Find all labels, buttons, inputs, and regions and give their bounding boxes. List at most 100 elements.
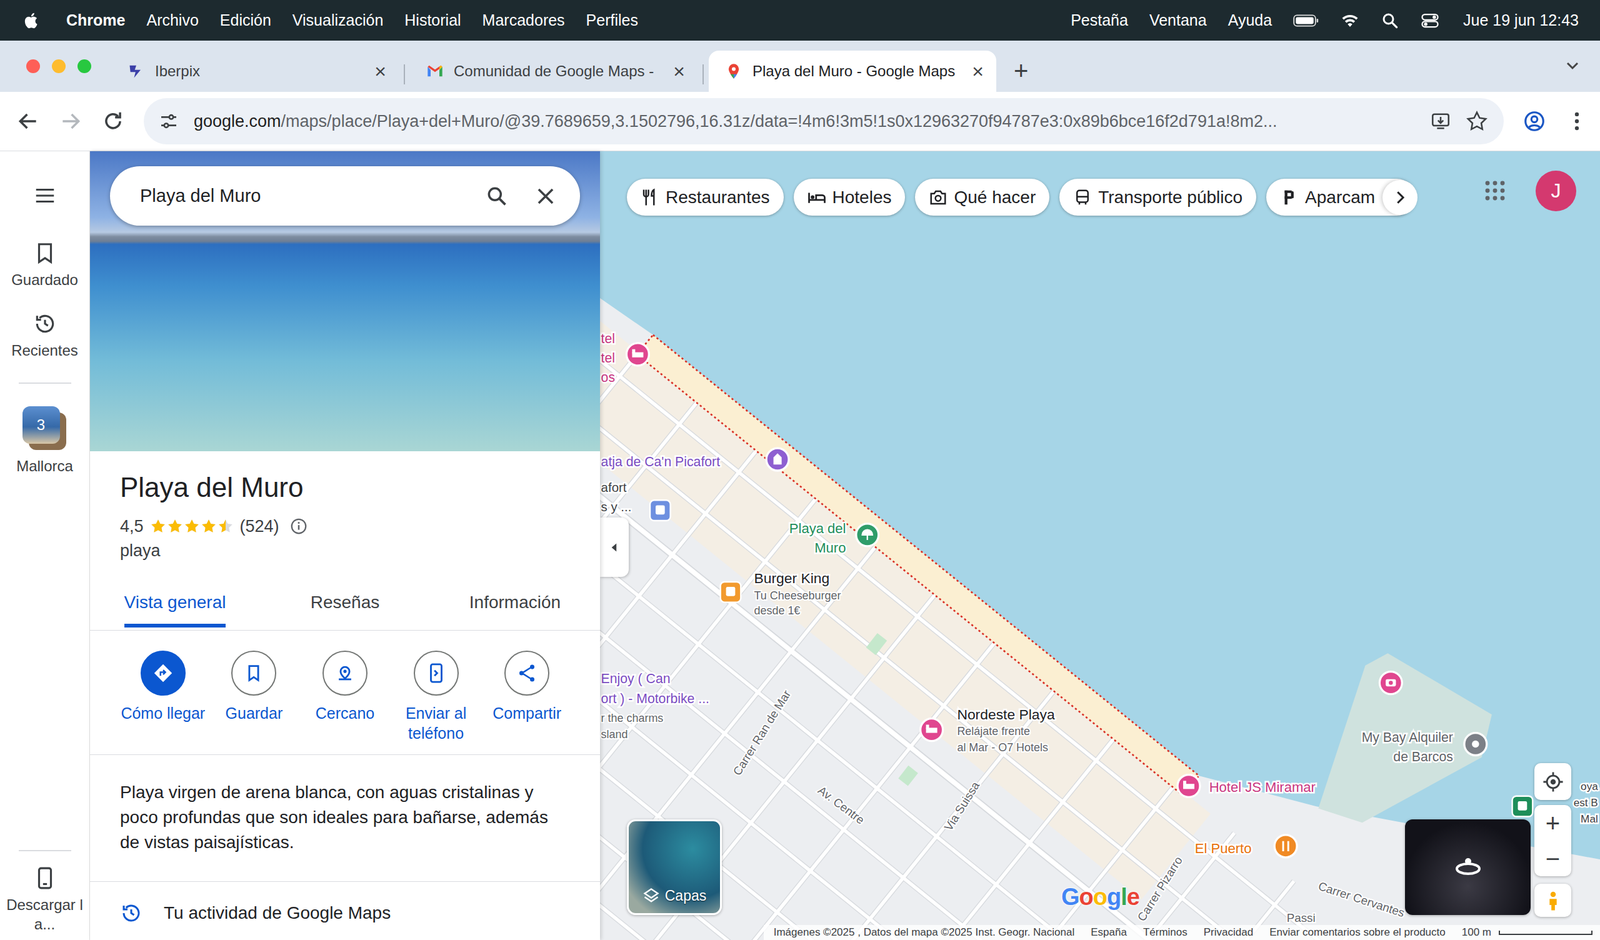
new-tab-button[interactable]: +	[1013, 58, 1029, 84]
site-settings-icon[interactable]	[158, 111, 179, 132]
place-category[interactable]: playa	[120, 540, 570, 562]
menu-item[interactable]: Edición	[220, 11, 272, 30]
footer-link[interactable]: Imágenes ©2025 , Datos del mapa ©2025 In…	[773, 926, 1075, 939]
place-label[interactable]: El Puerto	[1195, 840, 1252, 857]
wifi-icon[interactable]	[1340, 11, 1360, 30]
footer-link[interactable]: Términos	[1143, 926, 1188, 939]
address-bar[interactable]: google.com/maps/place/Playa+del+Muro/@39…	[143, 98, 1504, 145]
place-pin-icon[interactable]	[1464, 733, 1487, 756]
action-button[interactable]: Cercano	[299, 650, 391, 744]
category-chip[interactable]: Restaurantes	[626, 178, 784, 216]
map-view[interactable]: Carrer Ran de MarAv. CentreVia SuissaCar…	[600, 151, 1600, 940]
tab-close-button[interactable]: ×	[374, 61, 387, 82]
layers-button[interactable]: Capas	[626, 819, 722, 915]
app-menu[interactable]: Chrome	[66, 11, 125, 30]
zoom-out-button[interactable]: −	[1534, 840, 1572, 877]
place-label[interactable]: Playa del	[789, 520, 847, 537]
place-label[interactable]: ort ) - Motorbike ...	[601, 691, 710, 707]
zoom-window-button[interactable]	[77, 59, 92, 74]
menu-item[interactable]: Archivo	[146, 11, 199, 30]
map-place[interactable]: Enjoy ( Canort ) - Motorbike ...r the ch…	[601, 671, 710, 741]
map-place[interactable]: Nordeste PlayaRelájate frenteal Mar - O7…	[920, 706, 1055, 754]
collection-item[interactable]: 3 Mallorca	[4, 406, 86, 476]
minimize-window-button[interactable]	[51, 59, 66, 74]
action-button[interactable]: Enviar al teléfono	[390, 650, 482, 744]
apple-icon[interactable]	[22, 11, 42, 30]
place-label[interactable]: tel	[601, 331, 615, 346]
clock[interactable]: Jue 19 jun 12:43	[1463, 11, 1579, 30]
place-tab[interactable]: Información	[430, 576, 600, 630]
action-button[interactable]: Compartir	[481, 650, 573, 744]
search-icon[interactable]	[1380, 11, 1400, 30]
place-photo[interactable]: Playa del Muro	[90, 151, 600, 452]
search-icon[interactable]	[485, 184, 509, 209]
place-label[interactable]: Hotel JS Miramar	[1209, 779, 1316, 795]
more-chips-button[interactable]	[1382, 180, 1418, 215]
install-app-icon[interactable]	[1430, 110, 1452, 132]
place-pin-icon[interactable]	[920, 718, 944, 742]
category-chip[interactable]: Hoteles	[793, 178, 906, 216]
place-label[interactable]: afort	[601, 480, 627, 495]
bookmark-star-icon[interactable]	[1466, 110, 1488, 132]
place-tab[interactable]: Vista general	[90, 576, 260, 630]
street-view-thumbnail[interactable]	[1405, 819, 1531, 915]
close-window-button[interactable]	[26, 59, 40, 74]
map-place[interactable]: My Bay Alquiler de Barcos	[1361, 730, 1487, 764]
place-label[interactable]: Burger King	[754, 570, 830, 587]
place-label[interactable]: est B	[1573, 796, 1599, 809]
menu-item[interactable]: Visualización	[292, 11, 384, 30]
download-app-item[interactable]: Descargar la...	[4, 866, 86, 934]
map-place[interactable]: tel tel os	[601, 331, 650, 385]
account-avatar[interactable]: J	[1535, 170, 1577, 212]
category-chip[interactable]: Transporte público	[1059, 178, 1257, 216]
map-place[interactable]: Playa del Muro	[789, 520, 879, 556]
beach[interactable]	[636, 335, 1200, 795]
menu-item[interactable]: Perfiles	[586, 11, 639, 30]
footer-link[interactable]: Enviar comentarios sobre el producto	[1269, 926, 1446, 939]
place-label[interactable]: de Barcos	[1393, 749, 1454, 764]
profile-icon[interactable]	[1522, 109, 1547, 134]
action-button[interactable]: Guardar	[208, 650, 300, 744]
place-pin-icon[interactable]	[856, 523, 879, 547]
zoom-in-button[interactable]: +	[1534, 805, 1572, 841]
place-label[interactable]: My Bay Alquiler	[1361, 730, 1454, 745]
tab-search-icon[interactable]	[1562, 55, 1583, 76]
search-input[interactable]: Playa del Muro	[140, 185, 460, 207]
place-label[interactable]: Nordeste Playa	[956, 706, 1055, 723]
menu-item[interactable]: Pestaña	[1070, 11, 1129, 30]
clear-search-icon[interactable]	[533, 184, 558, 209]
place-label[interactable]: tel	[601, 350, 615, 365]
tab-close-button[interactable]: ×	[971, 61, 984, 82]
place-pin-icon[interactable]	[626, 343, 649, 366]
review-count[interactable]: (524)	[240, 515, 280, 538]
pegman-button[interactable]	[1534, 883, 1572, 917]
browser-tab[interactable]: Comunidad de Google Maps - ×	[410, 50, 698, 92]
footer-link[interactable]: España	[1090, 926, 1127, 939]
place-pin-icon[interactable]	[1177, 775, 1200, 798]
map-place[interactable]: Hotel JS Miramar	[1177, 775, 1316, 798]
forward-arrow-icon[interactable]	[58, 109, 83, 134]
tab-close-button[interactable]: ×	[673, 61, 685, 82]
back-arrow-icon[interactable]	[16, 109, 40, 134]
place-pin-icon[interactable]	[650, 500, 671, 521]
place-pin-icon[interactable]	[766, 448, 789, 471]
browser-tab[interactable]: Iberpix ×	[111, 50, 399, 92]
my-location-button[interactable]	[1534, 763, 1572, 800]
apps-grid-icon[interactable]	[1483, 179, 1507, 202]
place-pin-icon[interactable]	[720, 581, 742, 603]
hamburger-menu-icon[interactable]	[33, 183, 57, 208]
control-center-icon[interactable]	[1420, 11, 1440, 30]
map-place[interactable]: El Puerto	[1195, 835, 1297, 858]
search-box[interactable]: Playa del Muro	[110, 166, 580, 226]
place-pin-icon[interactable]	[1379, 671, 1402, 695]
place-label[interactable]: Muro	[814, 540, 846, 556]
place-label[interactable]: os	[601, 370, 615, 385]
place-tab[interactable]: Reseñas	[260, 576, 430, 630]
place-pin-icon[interactable]	[1512, 796, 1534, 817]
map-place[interactable]	[1379, 671, 1402, 695]
category-chip[interactable]: Qué hacer	[915, 178, 1050, 216]
place-pin-icon[interactable]	[1274, 835, 1297, 858]
scale-label[interactable]: 100 m	[1461, 926, 1492, 939]
place-label[interactable]: oya	[1580, 780, 1599, 793]
reload-icon[interactable]	[101, 109, 125, 134]
